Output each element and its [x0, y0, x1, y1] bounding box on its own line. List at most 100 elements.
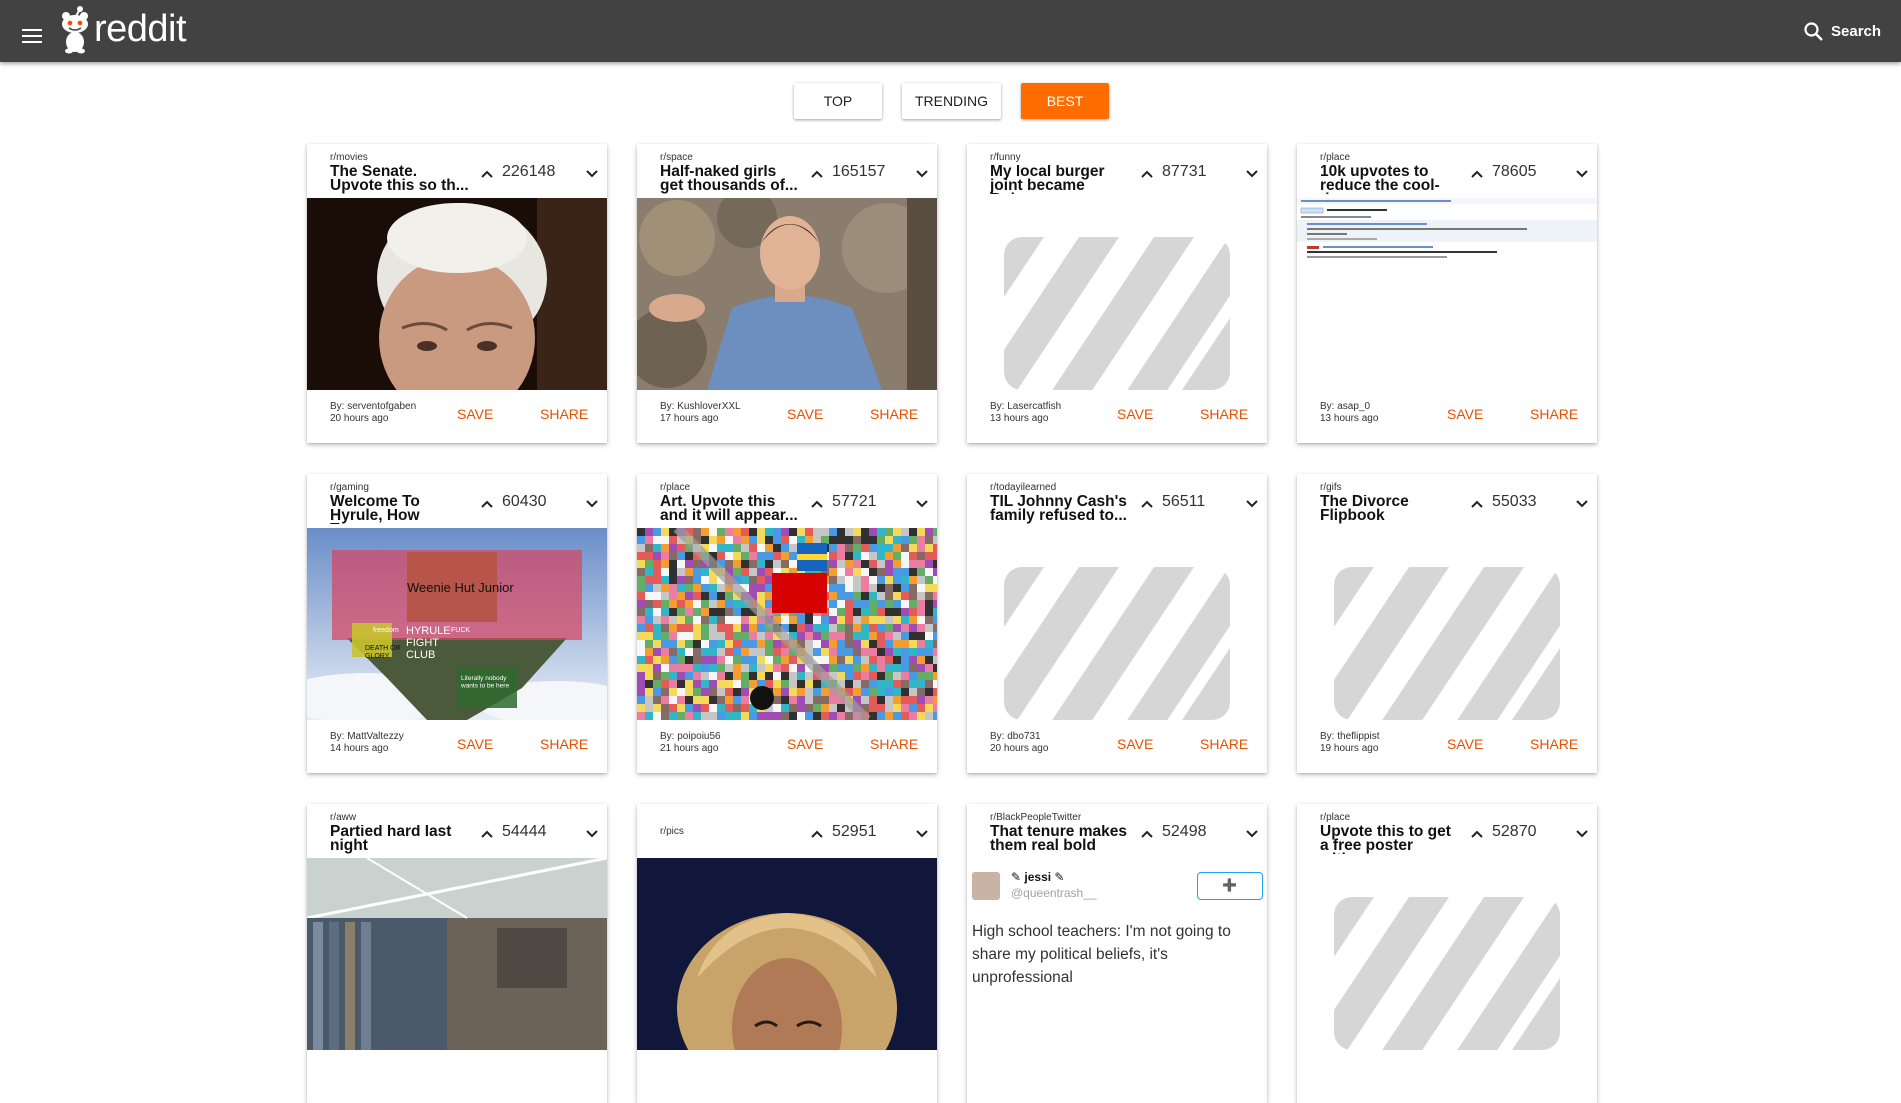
post-media-room-photo[interactable]	[307, 858, 607, 1050]
subreddit-label[interactable]: r/movies	[330, 152, 368, 163]
subreddit-label[interactable]: r/funny	[990, 152, 1021, 163]
post-score: 57721	[832, 493, 877, 510]
post-title[interactable]: Partied hard last night	[330, 825, 470, 854]
post-title[interactable]: The Senate. Upvote this so th...	[330, 165, 470, 194]
subreddit-label[interactable]: r/place	[1320, 152, 1350, 163]
subreddit-label[interactable]: r/aww	[330, 812, 356, 823]
post-score: 56511	[1162, 493, 1206, 510]
upvote-icon[interactable]	[1470, 826, 1484, 838]
upvote-icon[interactable]	[480, 166, 494, 178]
post-media-game-meme[interactable]: Weenie Hut Junior HYRULE FIGHT CLUB freedom D…	[307, 528, 607, 720]
post-card: r/place 10k upvotes to reduce the cool-d.…	[1297, 144, 1597, 443]
upvote-icon[interactable]	[1470, 166, 1484, 178]
tab-top[interactable]: TOP	[794, 83, 882, 119]
share-button[interactable]: SHARE	[540, 406, 588, 422]
downvote-icon[interactable]	[585, 166, 599, 178]
downvote-icon[interactable]	[1575, 826, 1589, 838]
upvote-icon[interactable]	[480, 496, 494, 508]
post-media-woman-photo[interactable]	[637, 858, 937, 1050]
upvote-icon[interactable]	[1470, 496, 1484, 508]
tab-best[interactable]: BEST	[1021, 83, 1109, 119]
save-button[interactable]: SAVE	[1117, 736, 1153, 752]
upvote-icon[interactable]	[1140, 166, 1154, 178]
post-title[interactable]: 10k upvotes to reduce the cool-d...	[1320, 165, 1460, 194]
post-time: 19 hours ago	[1320, 743, 1379, 754]
post-media-placeholder[interactable]	[967, 528, 1267, 720]
post-card: r/gaming Welcome To Hyrule, How Toug... 60…	[307, 474, 607, 773]
post-header: r/place Art. Upvote this and it will appe…	[637, 474, 937, 528]
subreddit-label[interactable]: r/gaming	[330, 482, 369, 493]
post-author[interactable]: By: dbo731	[990, 731, 1048, 743]
downvote-icon[interactable]	[1575, 166, 1589, 178]
post-title[interactable]: That tenure makes them real bold	[990, 825, 1130, 854]
post-author[interactable]: By: asap_0	[1320, 401, 1378, 413]
upvote-icon[interactable]	[480, 826, 494, 838]
downvote-icon[interactable]	[915, 826, 929, 838]
downvote-icon[interactable]	[585, 496, 599, 508]
tab-trending[interactable]: TRENDING	[902, 83, 1001, 119]
post-media-screenshot[interactable]	[1297, 198, 1597, 390]
upvote-icon[interactable]	[810, 496, 824, 508]
post-author[interactable]: By: MattValtezzy	[330, 731, 404, 743]
share-button[interactable]: SHARE	[1530, 406, 1578, 422]
post-title[interactable]: My local burger joint became Bob...	[990, 165, 1130, 194]
share-button[interactable]: SHARE	[870, 406, 918, 422]
downvote-icon[interactable]	[1245, 826, 1259, 838]
downvote-icon[interactable]	[915, 166, 929, 178]
post-title[interactable]: Welcome To Hyrule, How Toug...	[330, 495, 470, 524]
post-media-tweet[interactable]: ✎ jessi ✎ @queentrash__ ➕ High school teach…	[967, 858, 1267, 1050]
subreddit-label[interactable]: r/place	[660, 482, 690, 493]
share-button[interactable]: SHARE	[1530, 736, 1578, 752]
share-button[interactable]: SHARE	[540, 736, 588, 752]
post-author[interactable]: By: theflippist	[1320, 731, 1379, 743]
downvote-icon[interactable]	[1245, 166, 1259, 178]
post-media-placeholder[interactable]	[967, 198, 1267, 390]
post-author[interactable]: By: Lasercatfish	[990, 401, 1061, 413]
post-media-placeholder[interactable]	[1297, 858, 1597, 1050]
reddit-logo[interactable]: reddit	[58, 4, 187, 54]
save-button[interactable]: SAVE	[457, 736, 493, 752]
follow-button[interactable]: ➕	[1197, 872, 1263, 900]
post-media-pixel-art[interactable]	[637, 528, 937, 720]
save-button[interactable]: SAVE	[457, 406, 493, 422]
post-meta: By: Lasercatfish 13 hours ago	[990, 401, 1061, 425]
post-author[interactable]: By: serventofgaben	[330, 401, 416, 413]
upvote-icon[interactable]	[1140, 826, 1154, 838]
post-title[interactable]: TIL Johnny Cash's family refused to...	[990, 495, 1130, 524]
upvote-icon[interactable]	[810, 166, 824, 178]
subreddit-label[interactable]: r/pics	[660, 826, 684, 837]
save-button[interactable]: SAVE	[1117, 406, 1153, 422]
share-button[interactable]: SHARE	[1200, 406, 1248, 422]
upvote-icon[interactable]	[810, 826, 824, 838]
subreddit-label[interactable]: r/space	[660, 152, 693, 163]
save-button[interactable]: SAVE	[1447, 406, 1483, 422]
upvote-icon[interactable]	[1140, 496, 1154, 508]
post-author[interactable]: By: poipoiu56	[660, 731, 721, 743]
share-button[interactable]: SHARE	[870, 736, 918, 752]
post-title[interactable]: Half-naked girls get thousands of...	[660, 165, 800, 194]
save-button[interactable]: SAVE	[787, 736, 823, 752]
share-button[interactable]: SHARE	[1200, 736, 1248, 752]
post-card: r/gifs The Divorce Flipbook 55033 By: thefl…	[1297, 474, 1597, 773]
save-button[interactable]: SAVE	[787, 406, 823, 422]
subreddit-label[interactable]: r/place	[1320, 812, 1350, 823]
post-media-portrait-photo[interactable]	[307, 198, 607, 390]
subreddit-label[interactable]: r/BlackPeopleTwitter	[990, 812, 1081, 823]
subreddit-label[interactable]: r/gifs	[1320, 482, 1342, 493]
tweet-text: High school teachers: I'm not going to s…	[972, 923, 1231, 986]
post-title[interactable]: Upvote this to get a free poster with...	[1320, 825, 1460, 854]
post-author[interactable]: By: KushloverXXL	[660, 401, 741, 413]
post-media-man-photo[interactable]	[637, 198, 937, 390]
search-button[interactable]: Search	[1804, 20, 1881, 42]
subreddit-label[interactable]: r/todayilearned	[990, 482, 1056, 493]
downvote-icon[interactable]	[585, 826, 599, 838]
save-button[interactable]: SAVE	[1447, 736, 1483, 752]
downvote-icon[interactable]	[915, 496, 929, 508]
menu-icon[interactable]	[22, 29, 42, 43]
svg-text:Literally nobodywants to be he: Literally nobody wants to be here	[460, 675, 509, 690]
post-title[interactable]: The Divorce Flipbook	[1320, 495, 1460, 524]
downvote-icon[interactable]	[1245, 496, 1259, 508]
downvote-icon[interactable]	[1575, 496, 1589, 508]
post-media-placeholder[interactable]	[1297, 528, 1597, 720]
post-title[interactable]: Art. Upvote this and it will appear...	[660, 495, 800, 524]
